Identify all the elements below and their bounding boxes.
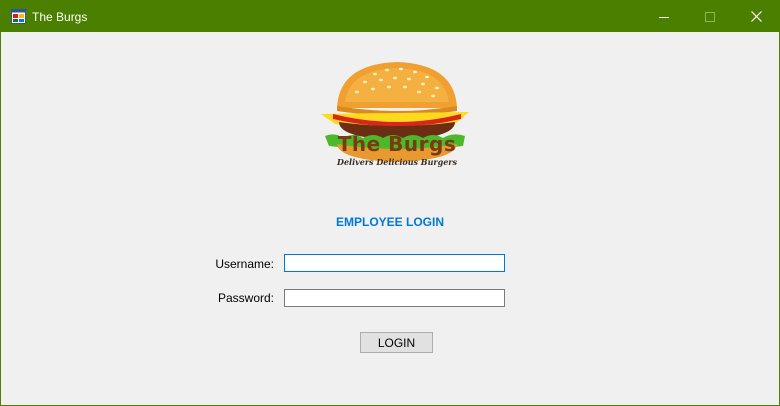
- window-title: The Burgs: [32, 10, 88, 24]
- close-icon: [750, 11, 762, 22]
- username-input[interactable]: [284, 254, 505, 272]
- login-window: The Burgs The Burgs Delivers Delicious B…: [0, 0, 780, 406]
- minimize-button[interactable]: [641, 1, 687, 32]
- login-heading: EMPLOYEE LOGIN: [335, 215, 444, 229]
- title-bar[interactable]: The Burgs: [1, 1, 779, 32]
- username-label: Username:: [215, 257, 274, 271]
- logo-tagline: Delivers Delicious Burgers: [337, 157, 457, 167]
- login-button[interactable]: LOGIN: [360, 332, 433, 353]
- form-body: The Burgs Delivers Delicious Burgers EMP…: [1, 32, 779, 405]
- maximize-icon: [705, 11, 715, 22]
- password-label: Password:: [217, 291, 274, 305]
- logo-title: The Burgs: [337, 132, 457, 156]
- password-input[interactable]: [284, 289, 505, 307]
- hamburger-icon: [321, 62, 469, 162]
- close-button[interactable]: [733, 1, 779, 32]
- maximize-button[interactable]: [687, 1, 733, 32]
- app-icon: [11, 9, 26, 24]
- minimize-icon: [659, 16, 669, 18]
